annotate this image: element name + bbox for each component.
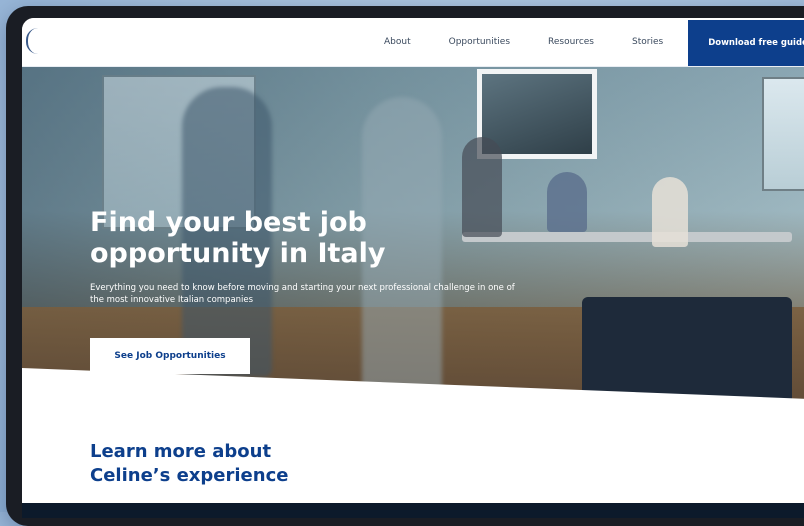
nav-link-resources[interactable]: Resources — [548, 37, 594, 47]
top-navbar: About Opportunities Resources Stories Do… — [22, 18, 804, 67]
nav-link-opportunities[interactable]: Opportunities — [449, 37, 510, 47]
section-heading-line2: Celine’s experience — [90, 465, 289, 486]
dark-section-band — [22, 503, 804, 518]
device-frame: About Opportunities Resources Stories Do… — [6, 6, 804, 526]
seated-person-man — [547, 172, 587, 232]
hero-subtitle: Everything you need to know before movin… — [90, 283, 515, 305]
section-heading-line1: Learn more about — [90, 441, 272, 462]
navy-sofa — [582, 297, 792, 407]
section-heading: Learn more about Celine’s experience — [90, 440, 288, 488]
conference-table — [462, 232, 792, 242]
seated-person-woman — [462, 137, 502, 237]
nav-link-about[interactable]: About — [384, 37, 411, 47]
browser-viewport: About Opportunities Resources Stories Do… — [22, 18, 804, 518]
hero-title: Find your best job opportunity in Italy — [90, 207, 386, 269]
background-window-right — [762, 77, 804, 191]
nav-link-stories[interactable]: Stories — [632, 37, 663, 47]
logo-icon[interactable] — [26, 28, 38, 54]
see-job-opportunities-button[interactable]: See Job Opportunities — [90, 338, 250, 374]
nav-links: About Opportunities Resources Stories — [384, 18, 701, 66]
seated-person-blonde — [652, 177, 688, 247]
download-guide-button[interactable]: Download free guide — [688, 20, 804, 66]
